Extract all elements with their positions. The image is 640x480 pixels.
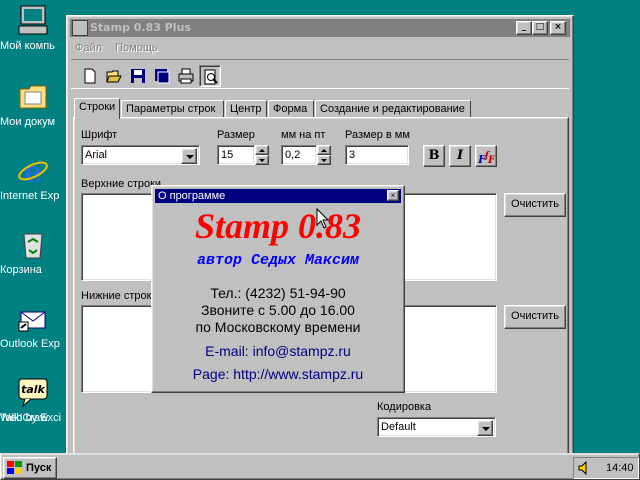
mm-per-pt-label: мм на пт — [281, 129, 326, 141]
start-button[interactable]: Пуск — [3, 457, 57, 479]
mm-per-pt-value: 0,2 — [285, 149, 301, 161]
windows-logo-icon — [7, 461, 22, 474]
save-icon — [131, 69, 145, 83]
font-effects-icon: FfF — [477, 151, 496, 166]
size-label: Размер — [217, 129, 255, 141]
upper-lines-label: Верхние строки — [81, 178, 162, 190]
print-button[interactable] — [175, 65, 197, 87]
minimize-button[interactable]: _ — [516, 21, 532, 35]
app-icon — [72, 20, 88, 36]
close-icon[interactable]: × — [387, 190, 399, 201]
hours-line: Звоните с 5.00 до 16.00 — [201, 302, 355, 318]
mm-per-pt-spinner[interactable] — [317, 145, 331, 165]
desktop-icon-label: Outlook Exp — [0, 338, 60, 350]
about-title: О программе — [158, 190, 226, 202]
desktop-icon-my-computer[interactable]: Мой компь — [0, 4, 66, 52]
spin-up-icon[interactable] — [317, 145, 331, 155]
font-effects-button[interactable]: FfF — [475, 145, 497, 167]
svg-text:e: e — [23, 155, 42, 186]
desktop-icon-my-documents[interactable]: Мои докум — [0, 80, 66, 128]
size-spinner[interactable] — [255, 145, 269, 165]
size-mm-value: 3 — [349, 149, 356, 161]
size-value: 15 — [221, 149, 234, 161]
size-input[interactable]: 15 — [217, 145, 255, 165]
open-button[interactable] — [103, 65, 125, 87]
my-documents-icon — [17, 80, 49, 112]
open-folder-icon — [106, 70, 122, 83]
menu-help[interactable]: Помощь — [110, 39, 163, 57]
system-tray: 14:40 — [573, 457, 639, 479]
print-preview-icon — [204, 69, 218, 85]
font-label: Шрифт — [81, 129, 118, 141]
close-button[interactable]: × — [550, 21, 566, 35]
phone-line: Тел.: (4232) 51-94-90 — [210, 285, 346, 301]
volume-icon[interactable] — [578, 461, 592, 475]
save-button[interactable] — [127, 65, 149, 87]
desktop-icon-outlook-express[interactable]: Outlook Exp — [0, 302, 66, 350]
author-line: автор Седых Максим — [196, 252, 360, 269]
print-preview-button[interactable] — [199, 65, 221, 87]
app-name-heading: Stamp 0.83 — [194, 206, 362, 246]
svg-text:talk: talk — [21, 383, 45, 396]
menu-bar: Файл Помощь — [70, 39, 570, 57]
desktop-icon-label-line2: WebCraw — [0, 412, 49, 424]
new-button[interactable] — [79, 65, 101, 87]
menu-file[interactable]: Файл — [70, 39, 107, 57]
svg-text:F: F — [487, 155, 495, 166]
email-link[interactable]: E-mail: info@stampz.ru — [155, 343, 401, 359]
mouse-cursor-icon — [316, 208, 330, 229]
italic-button[interactable]: I — [449, 145, 471, 167]
tab-center[interactable]: Центр — [225, 100, 267, 118]
bold-button[interactable]: B — [423, 145, 445, 167]
mm-per-pt-input[interactable]: 0,2 — [281, 145, 317, 165]
start-label: Пуск — [26, 462, 52, 474]
chevron-down-icon[interactable] — [477, 420, 493, 436]
desktop-icon-label: Мои докум — [0, 116, 56, 128]
tab-shape[interactable]: Форма — [268, 100, 314, 118]
size-mm-label: Размер в мм — [345, 129, 410, 141]
font-value: Arial — [85, 149, 108, 161]
outlook-express-icon — [17, 302, 49, 334]
website-link[interactable]: Page: http://www.stampz.ru — [155, 366, 401, 382]
desktop-icon-internet-explorer[interactable]: e Internet Exp — [0, 154, 66, 202]
encoding-label: Кодировка — [377, 401, 432, 413]
title-bar[interactable]: Stamp 0.83 Plus _ □ × — [70, 19, 570, 37]
desktop-icon-label: Internet Exp — [0, 190, 60, 202]
desktop-icon-label: Корзина — [0, 264, 42, 276]
tab-lines[interactable]: Строки — [74, 98, 120, 119]
recycle-bin-icon — [17, 228, 49, 260]
desktop-icon-label: Мой компь — [0, 40, 55, 52]
about-dialog: О программе × Stamp 0.83 автор Седых Мак… — [151, 185, 405, 393]
font-select[interactable]: Arial — [81, 145, 200, 165]
save-as-icon — [155, 69, 170, 84]
my-computer-icon — [17, 4, 49, 36]
desktop-icon-talk[interactable]: talk Talk! by Exci WebCraw — [0, 376, 66, 424]
chevron-down-icon[interactable] — [181, 148, 197, 164]
clock[interactable]: 14:40 — [606, 458, 634, 478]
maximize-button[interactable]: □ — [532, 21, 548, 35]
spin-down-icon[interactable] — [317, 155, 331, 165]
taskbar: Пуск 14:40 — [0, 453, 640, 480]
encoding-value: Default — [381, 421, 416, 433]
new-file-icon — [84, 68, 96, 84]
tab-line-params[interactable]: Параметры строк — [121, 100, 224, 118]
tab-create-edit[interactable]: Создание и редактирование — [315, 100, 471, 118]
window-title: Stamp 0.83 Plus — [90, 21, 191, 34]
clear-upper-button[interactable]: Очистить — [504, 193, 566, 217]
internet-explorer-icon: e — [17, 154, 49, 190]
lower-lines-label: Нижние строки — [81, 290, 158, 302]
timezone-line: по Московскому времени — [195, 319, 361, 335]
talk-icon: talk — [17, 376, 49, 408]
spin-down-icon[interactable] — [255, 155, 269, 165]
about-title-bar[interactable]: О программе × — [155, 189, 401, 203]
encoding-select[interactable]: Default — [377, 417, 496, 437]
save-as-button[interactable] — [151, 65, 173, 87]
spin-up-icon[interactable] — [255, 145, 269, 155]
toolbar — [71, 59, 569, 89]
print-icon — [178, 68, 194, 84]
clear-lower-button[interactable]: Очистить — [504, 305, 566, 329]
size-mm-input[interactable]: 3 — [345, 145, 409, 165]
desktop-icon-recycle-bin[interactable]: Корзина — [0, 228, 66, 276]
